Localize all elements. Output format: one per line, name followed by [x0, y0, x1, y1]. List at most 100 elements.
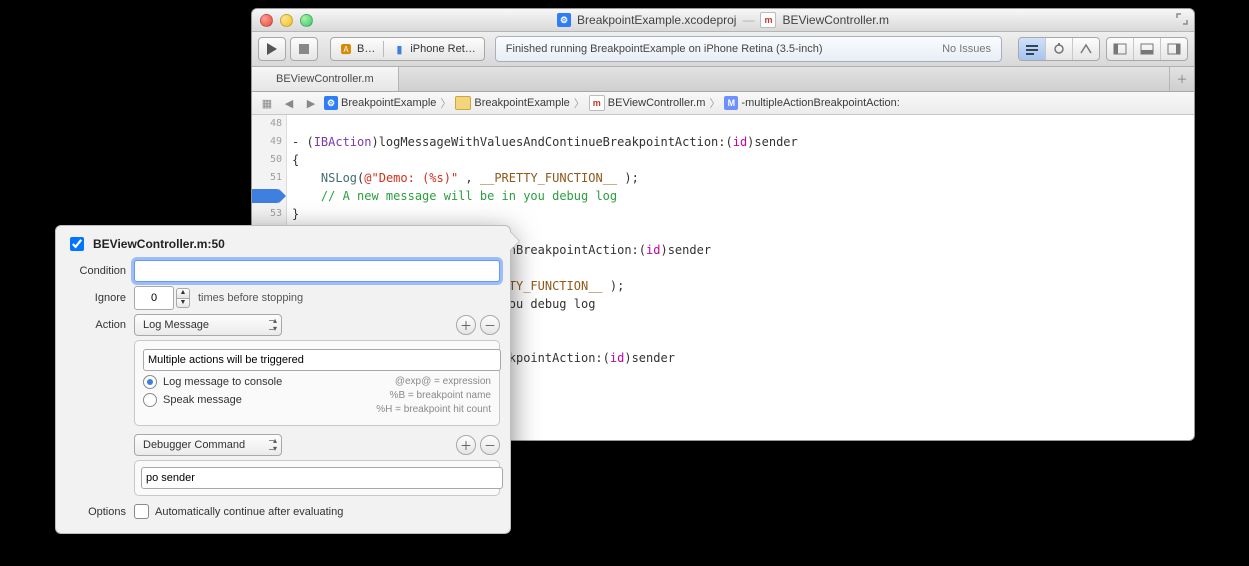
zoom-window-button[interactable]: [300, 14, 313, 27]
code-line[interactable]: 53}: [252, 205, 1194, 223]
crumb-symbol[interactable]: M -multipleActionBreakpointAction:: [724, 96, 899, 110]
breakpoint-enabled-checkbox[interactable]: [70, 237, 84, 251]
file-m-icon: m: [589, 95, 605, 111]
window-title: ⚙ BreakpointExample.xcodeproj — m BEView…: [557, 12, 889, 28]
auto-continue-checkbox[interactable]: [134, 504, 149, 519]
tab-label: BEViewController.m: [276, 73, 374, 85]
log-message-action-body: Log message to console Speak message @ex…: [134, 340, 500, 426]
scheme-target: B…: [357, 43, 375, 55]
back-button[interactable]: ◀: [280, 97, 298, 110]
activity-status: Finished running BreakpointExample on iP…: [495, 36, 1002, 62]
ignore-count-field[interactable]: [134, 286, 174, 310]
toolbar: 🅰 B… ▮ iPhone Ret… Finished running Brea…: [252, 32, 1194, 67]
log-message-input[interactable]: [143, 349, 501, 371]
status-message: Finished running BreakpointExample on iP…: [506, 43, 942, 55]
action-type-popup-2[interactable]: Debugger Command ▴▾: [134, 434, 282, 456]
log-to-console-radio[interactable]: [143, 375, 157, 389]
tabbar: BEViewController.m ＋: [252, 67, 1194, 92]
forward-button[interactable]: ▶: [302, 97, 320, 110]
auto-continue-label: Automatically continue after evaluating: [155, 506, 343, 518]
code-text: {: [292, 151, 299, 169]
scheme-selector[interactable]: 🅰 B… ▮ iPhone Ret…: [330, 37, 485, 61]
device-icon: ▮: [392, 42, 406, 56]
legend-expression: @exp@ = expression: [376, 375, 491, 389]
app-icon: 🅰: [339, 42, 353, 56]
remove-action-button-2[interactable]: －: [480, 435, 500, 455]
add-action-button-2[interactable]: ＋: [456, 435, 476, 455]
log-to-console-label: Log message to console: [163, 376, 282, 388]
folder-icon: [455, 96, 471, 110]
line-number[interactable]: 51: [252, 169, 286, 187]
run-button[interactable]: [258, 37, 286, 61]
code-line[interactable]: 51 NSLog(@"Demo: (%s)" , __PRETTY_FUNCTI…: [252, 169, 1194, 187]
ignore-hint: times before stopping: [198, 292, 303, 304]
close-window-button[interactable]: [260, 14, 273, 27]
action-type-2-label: Debugger Command: [143, 439, 245, 451]
stop-button[interactable]: [290, 37, 318, 61]
speak-message-label: Speak message: [163, 394, 242, 406]
crumb-file-label: BEViewController.m: [608, 97, 706, 109]
condition-label: Condition: [66, 265, 126, 277]
assistant-editor-icon[interactable]: [1046, 38, 1073, 60]
code-line[interactable]: 48: [252, 115, 1194, 133]
crumb-project-label: BreakpointExample: [341, 97, 436, 109]
code-text: }: [292, 205, 299, 223]
code-text: - (IBAction)logMessageWithValuesAndConti…: [292, 133, 798, 151]
action-label: Action: [66, 319, 126, 331]
line-number[interactable]: 50: [252, 151, 286, 169]
debug-panel-icon[interactable]: [1134, 38, 1161, 60]
legend-bpname: %B = breakpoint name: [376, 389, 491, 403]
new-tab-button[interactable]: ＋: [1169, 67, 1194, 91]
line-number[interactable]: 49: [252, 133, 286, 151]
debugger-command-input[interactable]: [141, 467, 503, 489]
remove-action-button[interactable]: －: [480, 315, 500, 335]
ignore-stepper[interactable]: ▲▼: [176, 288, 190, 308]
fullscreen-icon[interactable]: [1176, 13, 1188, 28]
related-items-icon[interactable]: ▦: [258, 97, 276, 110]
code-text: NSLog(@"Demo: (%s)" , __PRETTY_FUNCTION_…: [292, 169, 639, 187]
crumb-group[interactable]: BreakpointExample: [455, 96, 569, 110]
action-type-popup-1[interactable]: Log Message ▴▾: [134, 314, 282, 336]
method-icon: M: [724, 96, 738, 110]
add-action-button[interactable]: ＋: [456, 315, 476, 335]
status-badge: No Issues: [942, 43, 991, 55]
crumb-symbol-label: -multipleActionBreakpointAction:: [741, 97, 899, 109]
file-m-icon: m: [760, 12, 776, 28]
project-icon: ⚙: [324, 96, 338, 110]
scheme-device: iPhone Ret…: [410, 43, 475, 55]
navigator-panel-icon[interactable]: [1107, 38, 1134, 60]
utilities-panel-icon[interactable]: [1161, 38, 1187, 60]
breakpoint-editor-popover: BEViewController.m:50 Condition Ignore ▲…: [55, 225, 511, 534]
condition-input[interactable]: [134, 260, 500, 282]
title-separator: —: [742, 13, 754, 27]
project-title: BreakpointExample.xcodeproj: [577, 13, 736, 27]
legend-hitcount: %H = breakpoint hit count: [376, 403, 491, 417]
crumb-group-label: BreakpointExample: [474, 97, 569, 109]
line-number[interactable]: 53: [252, 205, 286, 223]
crumb-project[interactable]: ⚙ BreakpointExample: [324, 96, 436, 110]
project-icon: ⚙: [557, 13, 571, 27]
standard-editor-icon[interactable]: [1019, 38, 1046, 60]
code-text: // A new message will be in you debug lo…: [292, 187, 617, 205]
crumb-file[interactable]: m BEViewController.m: [589, 95, 706, 111]
version-editor-icon[interactable]: [1073, 38, 1099, 60]
ignore-label: Ignore: [66, 292, 126, 304]
debugger-command-action-body: [134, 460, 500, 496]
breakpoint-marker[interactable]: [251, 189, 279, 203]
file-title: BEViewController.m: [782, 13, 889, 27]
panel-visibility-selector[interactable]: [1106, 37, 1188, 61]
code-line[interactable]: 49 - (IBAction)logMessageWithValuesAndCon…: [252, 133, 1194, 151]
speak-message-radio[interactable]: [143, 393, 157, 407]
code-line[interactable]: 50 {: [252, 151, 1194, 169]
tab-file[interactable]: BEViewController.m: [252, 67, 399, 91]
line-number[interactable]: 48: [252, 115, 286, 133]
action-type-1-label: Log Message: [143, 319, 209, 331]
log-message-legend: @exp@ = expression %B = breakpoint name …: [376, 375, 491, 417]
titlebar: ⚙ BreakpointExample.xcodeproj — m BEView…: [252, 9, 1194, 32]
code-line[interactable]: 52 // A new message will be in you debug…: [252, 187, 1194, 205]
options-label: Options: [66, 506, 126, 518]
minimize-window-button[interactable]: [280, 14, 293, 27]
jumpbar: ▦ ◀ ▶ ⚙ BreakpointExample 〉 BreakpointEx…: [252, 92, 1194, 115]
editor-mode-selector[interactable]: [1018, 37, 1100, 61]
breakpoint-location: BEViewController.m:50: [93, 237, 225, 251]
